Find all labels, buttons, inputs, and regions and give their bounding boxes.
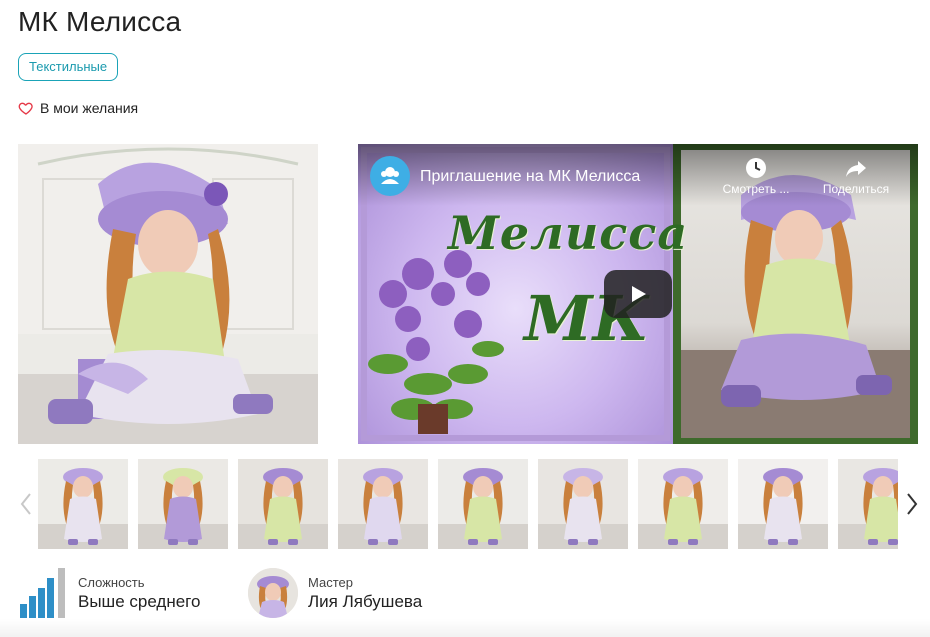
share-arrow-icon xyxy=(846,161,866,177)
avatar[interactable] xyxy=(248,568,298,618)
difficulty-value: Выше среднего xyxy=(78,591,201,611)
video-title[interactable]: Приглашение на МК Мелисса xyxy=(420,168,640,186)
wishlist-button[interactable]: В мои желания xyxy=(18,100,138,116)
play-button[interactable] xyxy=(604,270,672,318)
play-icon xyxy=(632,286,646,302)
share-button[interactable]: Поделиться xyxy=(816,156,896,196)
watch-later-label: Смотреть ... xyxy=(722,182,790,196)
main-photo[interactable] xyxy=(18,144,318,444)
page-title: МК Мелисса xyxy=(18,6,182,37)
master-name[interactable]: Лия Лябушева xyxy=(308,592,422,612)
master-block[interactable]: Мастер Лия Лябушева xyxy=(248,568,422,618)
clock-icon xyxy=(746,158,766,178)
watch-later-button[interactable]: Смотреть ... xyxy=(716,156,796,196)
chevron-left-icon xyxy=(20,493,31,515)
thumbnail-track xyxy=(38,458,898,550)
thumbnail-image[interactable] xyxy=(38,459,128,549)
thumbnail-image[interactable] xyxy=(738,459,828,549)
channel-logo-icon[interactable] xyxy=(370,156,410,196)
doll-photo-image xyxy=(18,144,318,444)
bottom-fade xyxy=(0,619,930,637)
share-label: Поделиться xyxy=(822,182,890,196)
video-overlay-title: Мелисса xyxy=(448,206,689,260)
category-tag[interactable]: Текстильные xyxy=(18,53,119,81)
carousel-prev-button[interactable] xyxy=(18,490,34,518)
difficulty-bars-icon xyxy=(18,568,68,618)
thumbnail-image[interactable] xyxy=(638,459,728,549)
thumbnail-carousel xyxy=(18,458,918,550)
thumbnail-image[interactable] xyxy=(438,459,528,549)
master-label: Мастер xyxy=(308,574,353,590)
thumbnail-image[interactable] xyxy=(238,459,328,549)
heart-icon xyxy=(18,102,33,115)
wishlist-label: В мои желания xyxy=(40,100,139,116)
thumbnail-image[interactable] xyxy=(538,459,628,549)
chevron-right-icon xyxy=(907,493,918,515)
carousel-next-button[interactable] xyxy=(904,490,920,518)
thumbnail-image[interactable] xyxy=(338,459,428,549)
video-player[interactable]: Приглашение на МК Мелисса Смотреть ... П… xyxy=(358,144,918,444)
thumbnail-image[interactable] xyxy=(138,459,228,549)
difficulty-block: Сложность Выше среднего xyxy=(18,568,200,618)
difficulty-label: Сложность xyxy=(78,574,145,590)
thumbnail-image[interactable] xyxy=(838,459,898,549)
